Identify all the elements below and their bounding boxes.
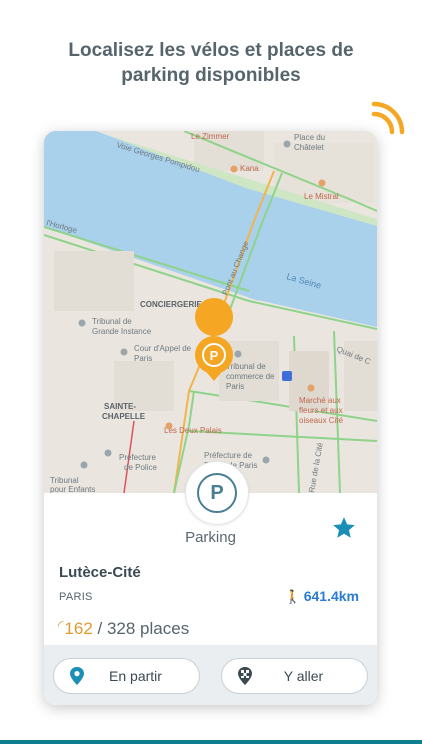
map-label-pp-2: de Police	[124, 463, 157, 472]
parking-marker-letter: P	[210, 348, 219, 363]
go-button-label: Y aller	[283, 668, 324, 684]
map-label-te-1: Tribunal	[50, 476, 79, 485]
map-label-marche-3: oiseaux Cité	[299, 416, 344, 425]
station-card: Voie Georges Pompidou l'Horloge Le Zimme…	[44, 131, 377, 705]
places-availability: ◜162 / 328 places	[58, 617, 189, 639]
parking-type-badge: P	[185, 461, 249, 525]
map-label-pp-1: Préfecture	[119, 453, 156, 462]
walking-person-icon: 🚶	[284, 589, 301, 604]
map-label-deux-palais: Les Deux Palais	[164, 426, 222, 435]
map-label-sc-2: CHAPELLE	[102, 412, 146, 421]
map-label-tc-1: Tribunal de	[226, 362, 266, 371]
station-type-label: Parking	[185, 529, 236, 546]
map-label-tgi-2: Grande Instance	[92, 327, 152, 336]
go-button[interactable]: Y aller	[221, 658, 368, 694]
depart-button[interactable]: En partir	[53, 658, 200, 694]
station-name: Lutèce-Cité	[59, 564, 141, 581]
headline-line-1: Localisez les vélos et places de	[68, 40, 354, 61]
map-label-mistral: Le Mistral	[304, 192, 339, 201]
map-label-conciergerie: CONCIERGERIE	[140, 300, 202, 309]
map-label-sc-1: SAINTE-	[104, 402, 136, 411]
footer-accent-bar	[0, 740, 422, 744]
live-availability-icon: ◜	[58, 617, 64, 633]
map-label-cour-2: Paris	[134, 354, 152, 363]
map-label-cour-1: Cour d'Appel de	[134, 344, 192, 353]
map-label-chatelet-1: Place du	[294, 133, 325, 142]
map-label-zimmer: Le Zimmer	[191, 132, 230, 141]
map-label-kana: Kana	[240, 164, 259, 173]
headline-line-2: parking disponibles	[121, 65, 301, 86]
station-city: PARIS	[59, 591, 93, 603]
places-available: 162	[64, 619, 93, 638]
map-label-tc-2: commerce de	[226, 372, 275, 381]
map-label-tc-3: Paris	[226, 382, 244, 391]
map-label-ppp-1: Préfecture de	[204, 451, 253, 460]
parking-badge-letter: P	[197, 473, 237, 513]
map-label-marche-2: fleurs et aux	[299, 406, 343, 415]
map-label-tgi-1: Tribunal de	[92, 317, 132, 326]
distance-value: 641.4km	[303, 588, 359, 604]
station-distance: 🚶 641.4km	[285, 588, 359, 605]
map-view[interactable]: Voie Georges Pompidou l'Horloge Le Zimme…	[44, 131, 377, 493]
map-label-te-2: pour Enfants	[50, 485, 95, 493]
headline: Localisez les vélos et places de parking…	[0, 38, 422, 88]
favorite-star-icon[interactable]	[331, 515, 357, 541]
depart-button-label: En partir	[109, 668, 162, 684]
map-label-marche-1: Marché aux	[299, 396, 341, 405]
map-label-chatelet-2: Châtelet	[294, 143, 325, 152]
places-total: / 328 places	[92, 619, 190, 638]
